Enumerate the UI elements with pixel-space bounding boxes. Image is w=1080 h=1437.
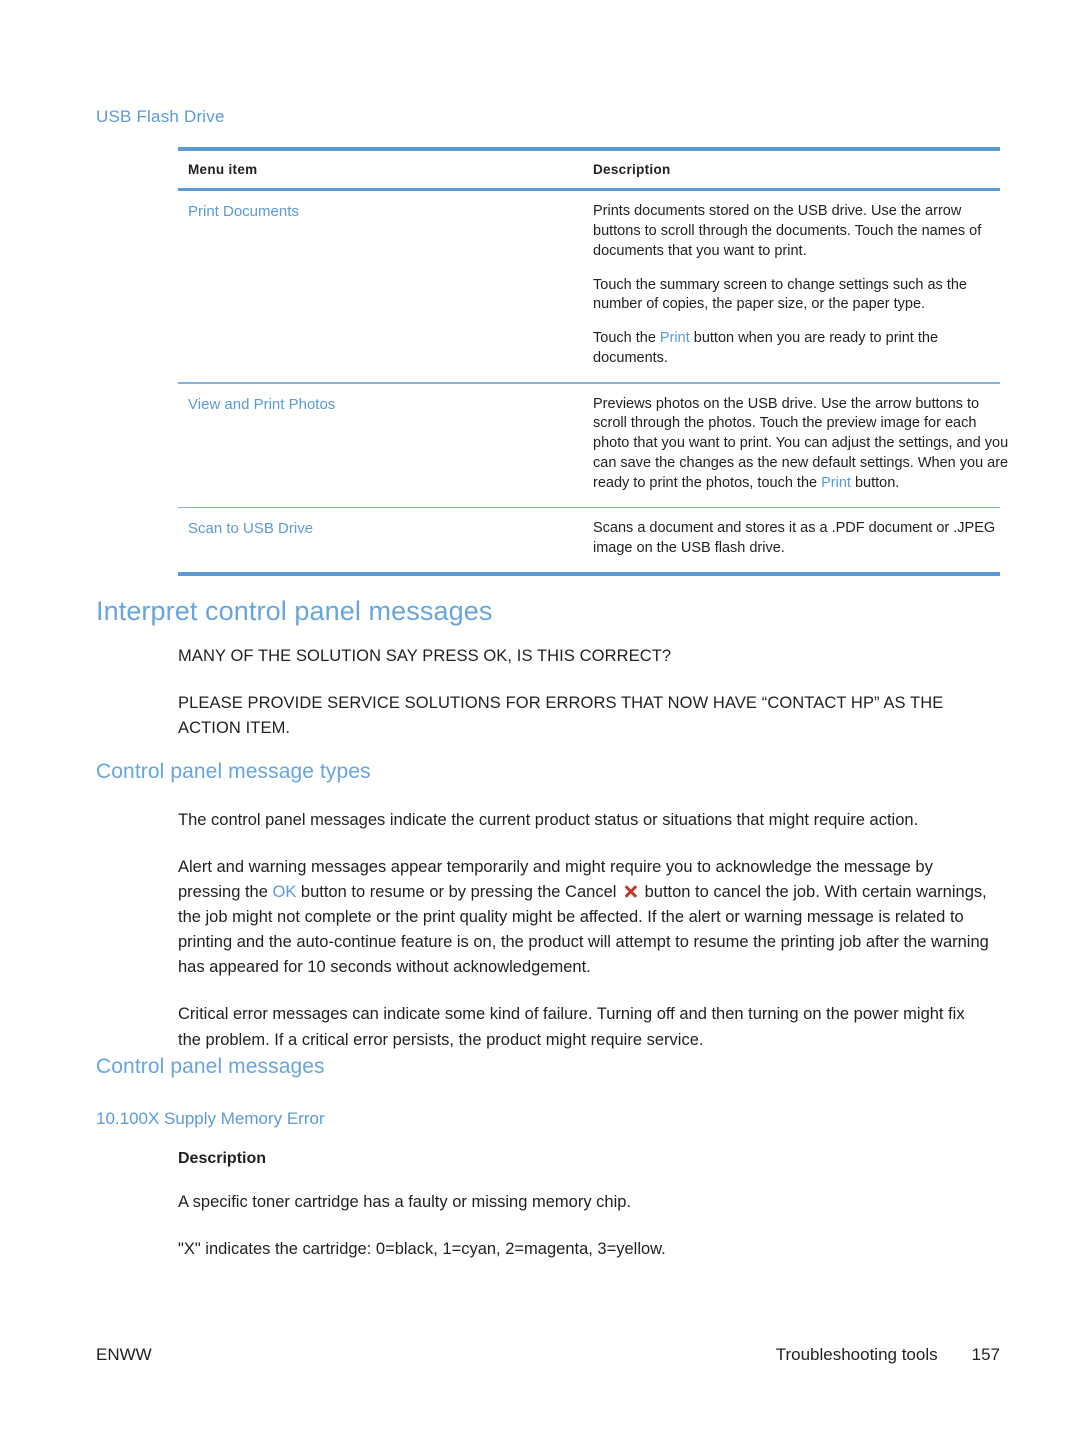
text-run: Prints documents stored on the USB drive… <box>593 203 982 259</box>
description-paragraph-2: "X" indicates the cartridge: 0=black, 1=… <box>178 1240 666 1259</box>
description-cell: Prints documents stored on the USB drive… <box>593 202 1010 369</box>
text-run: Previews photos on the USB drive. Use th… <box>593 395 1009 491</box>
menu-item-label[interactable]: Scan to USB Drive <box>188 519 581 539</box>
usb-flash-drive-table: Menu item Description Print Documents Pr… <box>178 147 1008 577</box>
description-paragraph: Prints documents stored on the USB drive… <box>593 202 1010 262</box>
section-heading-message-types: Control panel message types <box>96 760 371 783</box>
print-button-reference[interactable]: Print <box>660 330 690 346</box>
table-header-row: Menu item Description <box>178 151 1010 188</box>
footer-right-group: Troubleshooting tools 157 <box>776 1345 1000 1365</box>
intro-notes-block: MANY OF THE SOLUTION SAY PRESS OK, IS TH… <box>178 644 990 741</box>
menu-item-label[interactable]: Print Documents <box>188 202 581 222</box>
text-run: button to resume or by pressing the Canc… <box>296 883 622 902</box>
text-run: Touch the summary screen to change setti… <box>593 276 967 313</box>
message-types-body: The control panel messages indicate the … <box>178 808 990 1053</box>
message-types-paragraph-1: The control panel messages indicate the … <box>178 811 919 829</box>
table-bottom-rule <box>178 572 1000 577</box>
footer-page-number: 157 <box>971 1345 1000 1364</box>
description-paragraph-1: A specific toner cartridge has a faulty … <box>178 1193 632 1211</box>
table-row: View and Print Photos Previews photos on… <box>178 384 1010 507</box>
error-code-heading: 10.100X Supply Memory Error <box>96 1109 325 1128</box>
table-row: Scan to USB Drive Scans a document and s… <box>178 508 1010 572</box>
text-run: button. <box>850 474 900 491</box>
description-heading: Description <box>178 1150 267 1167</box>
description-paragraph: Previews photos on the USB drive. Use th… <box>593 395 1010 494</box>
footer-chapter-title: Troubleshooting tools <box>775 1345 938 1364</box>
description-cell: Scans a document and stores it as a .PDF… <box>593 519 1010 559</box>
ok-button-reference[interactable]: OK <box>272 883 296 901</box>
cancel-x-icon <box>623 884 638 899</box>
section-subheading: USB Flash Drive <box>96 107 225 126</box>
section-heading-control-panel-messages: Control panel messages <box>96 1055 325 1078</box>
column-header-description: Description <box>593 162 671 177</box>
description-paragraph: Touch the Print button when you are read… <box>593 329 1010 369</box>
page-footer: ENWW Troubleshooting tools 157 <box>96 1345 1000 1365</box>
message-types-paragraph-2: Alert and warning messages appear tempor… <box>178 855 990 980</box>
message-types-paragraph-3: Critical error messages can indicate som… <box>178 1005 965 1049</box>
menu-item-label[interactable]: View and Print Photos <box>188 395 581 415</box>
column-header-menu-item: Menu item <box>188 162 258 177</box>
text-run: Touch the <box>593 330 660 347</box>
description-body: A specific toner cartridge has a faulty … <box>178 1190 990 1262</box>
page-title: Interpret control panel messages <box>96 596 493 626</box>
document-page: USB Flash Drive Menu item Description Pr… <box>0 0 1080 1437</box>
print-button-reference[interactable]: Print <box>821 475 851 491</box>
intro-note-1: MANY OF THE SOLUTION SAY PRESS OK, IS TH… <box>178 647 672 665</box>
intro-note-2: PLEASE PROVIDE SERVICE SOLUTIONS FOR ERR… <box>178 694 944 738</box>
description-paragraph: Scans a document and stores it as a .PDF… <box>593 520 996 557</box>
description-cell: Previews photos on the USB drive. Use th… <box>593 395 1010 494</box>
footer-locale: ENWW <box>96 1345 152 1364</box>
table-row: Print Documents Prints documents stored … <box>178 191 1010 382</box>
description-paragraph: Touch the summary screen to change setti… <box>593 276 1010 316</box>
